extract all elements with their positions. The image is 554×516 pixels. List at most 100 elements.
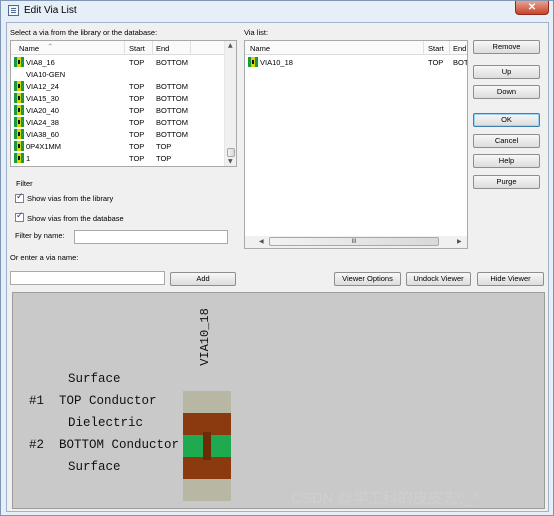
cancel-button[interactable]: Cancel	[473, 134, 540, 148]
scroll-down-icon[interactable]: ▼	[228, 158, 233, 165]
cell-end: BOTTOM	[156, 106, 188, 115]
via-list-horizontal-scrollbar[interactable]: ◀ III ▶	[245, 236, 467, 248]
list-item[interactable]: VIA15_30 TOP BOTTOM	[11, 92, 223, 104]
show-database-checkbox[interactable]	[15, 211, 24, 222]
column-name-header[interactable]: Name	[250, 44, 270, 53]
dialog-body: Select a via from the library or the dat…	[6, 22, 549, 512]
via-stackup-graphic	[183, 391, 231, 501]
bottom-surface-layer	[183, 479, 231, 501]
cell-start: TOP	[129, 142, 145, 151]
filter-by-name-input[interactable]	[74, 230, 228, 244]
column-end-header[interactable]: End	[453, 44, 466, 53]
horizontal-scroll-thumb[interactable]: III	[269, 237, 439, 246]
cell-end: BOTTOM	[156, 58, 188, 67]
cell-start: TOP	[129, 106, 145, 115]
cell-start: TOP	[428, 58, 444, 67]
filter-group-title: Filter	[16, 179, 33, 188]
scroll-right-icon[interactable]: ▶	[457, 238, 462, 245]
cell-start: TOP	[129, 154, 145, 163]
scroll-thumb[interactable]	[227, 148, 235, 157]
scroll-left-icon[interactable]: ◀	[259, 238, 264, 245]
column-start-header[interactable]: Start	[129, 44, 145, 53]
list-item[interactable]: 1 TOP TOP	[11, 152, 223, 164]
top-surface-layer	[183, 391, 231, 413]
down-button[interactable]: Down	[473, 85, 540, 99]
viewer-options-button[interactable]: Viewer Options	[334, 272, 401, 286]
via-list[interactable]: Name Start End VIA10_18 TOP BOT ◀ III ▶	[244, 40, 468, 249]
list-item[interactable]: VIA38_60 TOP BOTTOM	[11, 128, 223, 140]
list-item[interactable]: VIA12_24 TOP BOTTOM	[11, 80, 223, 92]
cell-end: BOTTOM	[156, 82, 188, 91]
layer-number: #2	[29, 438, 45, 452]
via-list-header: Name Start End	[245, 41, 467, 55]
list-item[interactable]: VIA8_16 TOP BOTTOM	[11, 56, 223, 68]
library-list-header: Name ⌃ Start End	[11, 41, 225, 55]
via-name-input[interactable]	[10, 271, 165, 285]
up-button[interactable]: Up	[473, 65, 540, 79]
via-icon	[14, 117, 24, 127]
cell-name: 1	[26, 154, 31, 163]
list-item[interactable]: VIA20_40 TOP BOTTOM	[11, 104, 223, 116]
cell-start: TOP	[129, 118, 145, 127]
column-end-header[interactable]: End	[156, 44, 169, 53]
cell-start: TOP	[129, 94, 145, 103]
window-title: Edit Via List	[24, 5, 77, 16]
purge-button[interactable]: Purge	[473, 175, 540, 189]
cell-name: 0P4X1MM	[26, 142, 62, 151]
column-name-header[interactable]: Name	[19, 44, 39, 53]
via-stackup-viewer: VIA10_18 Surface #1 TOP Conductor Dielec…	[12, 292, 545, 509]
library-via-list[interactable]: Name ⌃ Start End VIA8_16 TOP BOTTOM VIA10-G…	[10, 40, 237, 167]
hide-viewer-button[interactable]: Hide Viewer	[477, 272, 544, 286]
enter-via-name-label: Or enter a via name:	[10, 253, 79, 262]
remove-button[interactable]: Remove	[473, 40, 540, 54]
library-vertical-scrollbar[interactable]: ▲ ▼	[224, 41, 236, 166]
cell-end: BOT	[453, 58, 468, 67]
cell-name: VIA12_24	[26, 82, 59, 91]
list-item[interactable]: VIA24_38 TOP BOTTOM	[11, 116, 223, 128]
cell-end: BOTTOM	[156, 130, 188, 139]
column-start-header[interactable]: Start	[428, 44, 444, 53]
window-icon	[8, 5, 19, 16]
cell-name: VIA20_40	[26, 106, 59, 115]
cell-name: VIA15_30	[26, 94, 59, 103]
list-item[interactable]: VIA10_18 TOP BOT	[245, 56, 467, 68]
scroll-up-icon[interactable]: ▲	[228, 42, 233, 49]
show-library-checkbox[interactable]	[15, 192, 24, 203]
show-library-label: Show vias from the library	[27, 194, 114, 203]
cell-start: TOP	[129, 130, 145, 139]
edit-via-list-window: Edit Via List ✕ Select a via from the li…	[0, 0, 554, 516]
top-pad	[186, 415, 228, 432]
cell-name: VIA8_16	[26, 58, 55, 67]
via-icon	[14, 141, 24, 151]
via-icon	[14, 57, 24, 67]
via-icon	[14, 129, 24, 139]
sort-ascending-icon: ⌃	[47, 42, 54, 51]
library-label: Select a via from the library or the dat…	[10, 28, 158, 37]
layer-label: TOP Conductor	[59, 394, 157, 408]
ok-button[interactable]: OK	[473, 113, 540, 127]
via-icon	[248, 57, 258, 67]
via-icon	[14, 93, 24, 103]
layer-number: #1	[29, 394, 45, 408]
cell-start: TOP	[129, 58, 145, 67]
list-item[interactable]: VIA10-GEN	[11, 68, 223, 80]
via-icon	[14, 105, 24, 115]
cell-name: VIA10_18	[260, 58, 293, 67]
add-button[interactable]: Add	[170, 272, 236, 286]
via-barrel	[203, 431, 211, 461]
layer-label: BOTTOM Conductor	[59, 438, 180, 452]
via-list-label: Via list:	[244, 28, 269, 37]
undock-viewer-button[interactable]: Undock Viewer	[406, 272, 471, 286]
help-button[interactable]: Help	[473, 154, 540, 168]
bottom-pad	[186, 460, 228, 477]
list-item[interactable]: 0P4X1MM TOP TOP	[11, 140, 223, 152]
cell-name: VIA10-GEN	[26, 70, 66, 79]
close-button[interactable]: ✕	[515, 1, 549, 15]
cell-name: VIA24_38	[26, 118, 59, 127]
cell-end: BOTTOM	[156, 94, 188, 103]
cell-name: VIA38_60	[26, 130, 59, 139]
cell-end: BOTTOM	[156, 118, 188, 127]
filter-by-name-label: Filter by name:	[15, 231, 65, 240]
cell-start: TOP	[129, 82, 145, 91]
via-icon	[14, 153, 24, 163]
